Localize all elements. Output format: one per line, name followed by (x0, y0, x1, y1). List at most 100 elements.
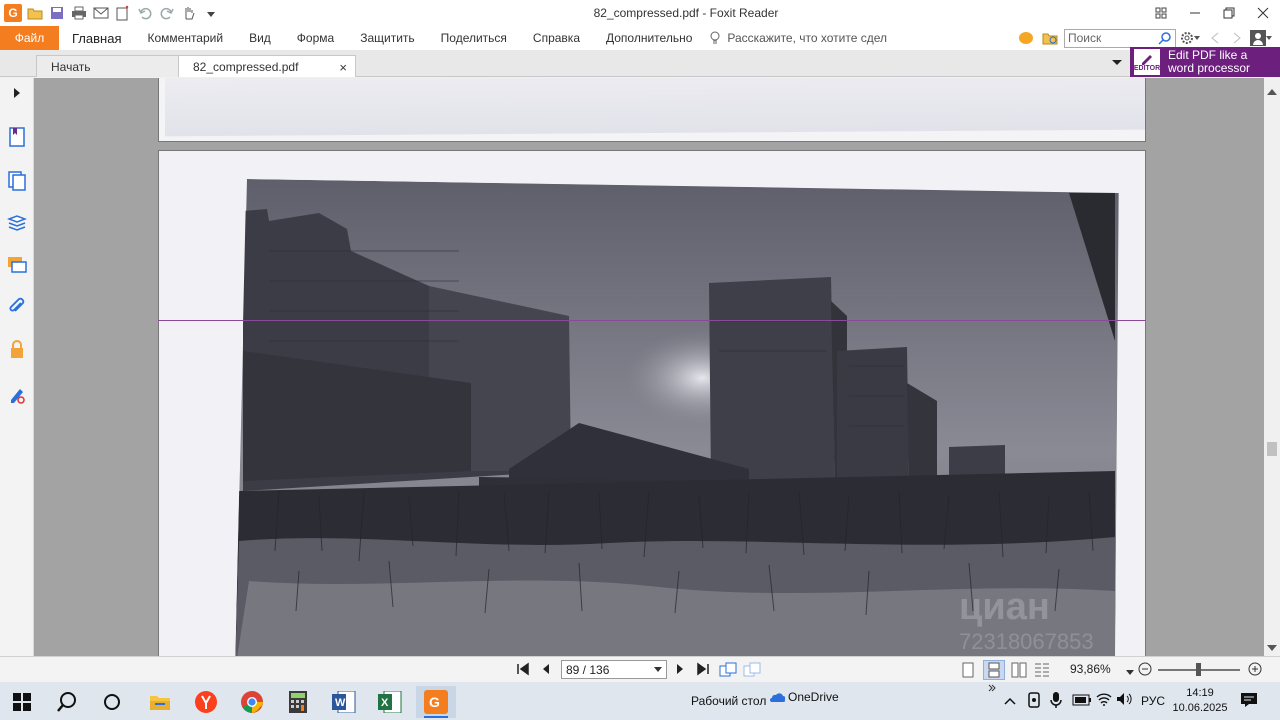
close-button[interactable] (1246, 0, 1280, 26)
taskview-icon[interactable] (92, 686, 132, 718)
page-dropdown-icon[interactable] (654, 666, 662, 673)
restore-button[interactable] (1212, 0, 1246, 26)
volume-icon[interactable] (1116, 692, 1132, 709)
onedrive-icon[interactable] (769, 692, 786, 706)
close-tab-icon[interactable]: × (339, 60, 347, 75)
file-explorer-icon[interactable] (140, 686, 180, 718)
meet-now-icon[interactable] (1027, 692, 1041, 711)
tab-document[interactable]: 82_compressed.pdf × (178, 55, 356, 77)
zoom-out-icon[interactable] (1137, 661, 1153, 680)
microphone-icon[interactable] (1050, 691, 1062, 712)
windows-taskbar: W X G Рабочий стол OneDrive РУС 14:19 10… (0, 682, 1280, 720)
menu-file[interactable]: Файл (0, 26, 59, 50)
comments-icon[interactable] (7, 254, 27, 276)
user-account-icon[interactable] (1250, 30, 1274, 46)
menu-home[interactable]: Главная (59, 26, 134, 50)
tell-me-box[interactable]: Расскажите, что хотите сдел (709, 31, 887, 45)
vertical-scrollbar[interactable] (1264, 78, 1280, 656)
search-icon[interactable] (1158, 31, 1172, 45)
svg-text:G: G (429, 694, 440, 710)
foxit-logo-icon[interactable]: G (4, 4, 22, 22)
redo-icon[interactable] (157, 4, 176, 23)
toolbar-expand-icon[interactable] (988, 684, 996, 695)
forward-nav-icon[interactable] (1228, 32, 1246, 44)
menu-protect[interactable]: Защитить (347, 26, 427, 50)
page-number-input[interactable]: 89 / 136 (561, 660, 667, 679)
print-icon[interactable] (69, 4, 88, 23)
menu-more[interactable]: Дополнительно (593, 26, 705, 50)
save-icon[interactable] (47, 4, 66, 23)
document-tab-bar: Начать 82_compressed.pdf × (0, 50, 1280, 77)
feedback-icon[interactable] (1016, 31, 1036, 45)
editor-promo-banner[interactable]: EDITOR Edit PDF like a word processor (1130, 47, 1280, 77)
excel-icon[interactable]: X (370, 686, 410, 718)
find-icon[interactable] (1040, 31, 1060, 45)
last-page-icon[interactable] (696, 662, 710, 679)
scroll-up-icon[interactable] (1267, 88, 1277, 97)
facing-view-icon[interactable] (1011, 662, 1027, 681)
security-icon[interactable] (7, 338, 27, 360)
pdf-page-previous (158, 78, 1146, 142)
foxit-reader-icon[interactable]: G (416, 686, 456, 718)
hidden-icons-chevron-icon[interactable] (1004, 694, 1016, 708)
first-page-icon[interactable] (516, 662, 530, 679)
search-icon[interactable] (47, 686, 87, 718)
system-clock[interactable]: 14:19 10.06.2025 (1168, 686, 1232, 716)
signature-icon[interactable] (7, 384, 27, 406)
attachments-icon[interactable] (7, 296, 27, 318)
settings-icon[interactable] (1180, 31, 1202, 45)
ribbon-display-icon[interactable] (1144, 0, 1178, 26)
next-page-icon[interactable] (675, 662, 685, 679)
zoom-level[interactable]: 93,86% (1070, 662, 1111, 676)
menu-view[interactable]: Вид (236, 26, 284, 50)
calculator-icon[interactable] (278, 686, 318, 718)
expand-panel-icon[interactable] (7, 82, 27, 104)
open-icon[interactable] (25, 4, 44, 23)
desktop-toolbar-label[interactable]: Рабочий стол (691, 694, 766, 708)
menu-form[interactable]: Форма (284, 26, 347, 50)
single-page-view-icon[interactable] (962, 662, 974, 681)
editor-badge-icon: EDITOR (1134, 49, 1160, 75)
continuous-view-icon[interactable] (983, 660, 1005, 680)
minimize-button[interactable] (1178, 0, 1212, 26)
tab-list-dropdown-icon[interactable] (1112, 58, 1122, 69)
promo-line-2: word processor (1168, 61, 1251, 75)
start-icon[interactable] (2, 686, 42, 718)
scrollbar-thumb[interactable] (1267, 442, 1277, 456)
continuous-facing-view-icon[interactable] (1034, 662, 1050, 681)
title-bar: G 82_compressed.pdf - Foxit Reader (0, 0, 1280, 26)
pages-icon[interactable] (7, 170, 27, 192)
chrome-icon[interactable] (232, 686, 272, 718)
new-pdf-icon[interactable] (113, 4, 132, 23)
notifications-icon[interactable] (1240, 692, 1258, 711)
menu-help[interactable]: Справка (520, 26, 593, 50)
undo-icon[interactable] (135, 4, 154, 23)
battery-icon[interactable] (1072, 694, 1092, 709)
hand-tool-icon[interactable] (179, 4, 198, 23)
layers-icon[interactable] (7, 212, 27, 234)
email-icon[interactable] (91, 4, 110, 23)
wifi-icon[interactable] (1096, 692, 1112, 709)
previous-page-icon[interactable] (541, 662, 551, 679)
back-nav-icon[interactable] (1206, 32, 1224, 44)
yandex-browser-icon[interactable] (186, 686, 226, 718)
onedrive-label[interactable]: OneDrive (788, 690, 839, 704)
menu-share[interactable]: Поделиться (428, 26, 520, 50)
window-controls (1144, 0, 1280, 26)
search-input[interactable]: Поиск (1064, 28, 1176, 48)
previous-view-icon[interactable] (719, 662, 737, 681)
input-language[interactable]: РУС (1141, 694, 1165, 708)
next-view-icon[interactable] (743, 662, 761, 681)
document-view[interactable]: циан 72318067853 (34, 78, 1264, 656)
zoom-in-icon[interactable] (1247, 661, 1263, 680)
clock-time: 14:19 (1186, 687, 1214, 699)
customize-toolbar-icon[interactable] (201, 4, 220, 23)
zoom-dropdown-icon[interactable] (1126, 665, 1134, 679)
menu-comment[interactable]: Комментарий (134, 26, 236, 50)
zoom-slider-thumb[interactable] (1196, 663, 1201, 676)
bookmark-icon[interactable] (7, 126, 27, 148)
ribbon-menu-bar: Файл Главная Комментарий Вид Форма Защит… (0, 26, 1280, 50)
word-icon[interactable]: W (324, 686, 364, 718)
tab-start[interactable]: Начать (36, 55, 179, 77)
scroll-down-icon[interactable] (1267, 644, 1277, 653)
